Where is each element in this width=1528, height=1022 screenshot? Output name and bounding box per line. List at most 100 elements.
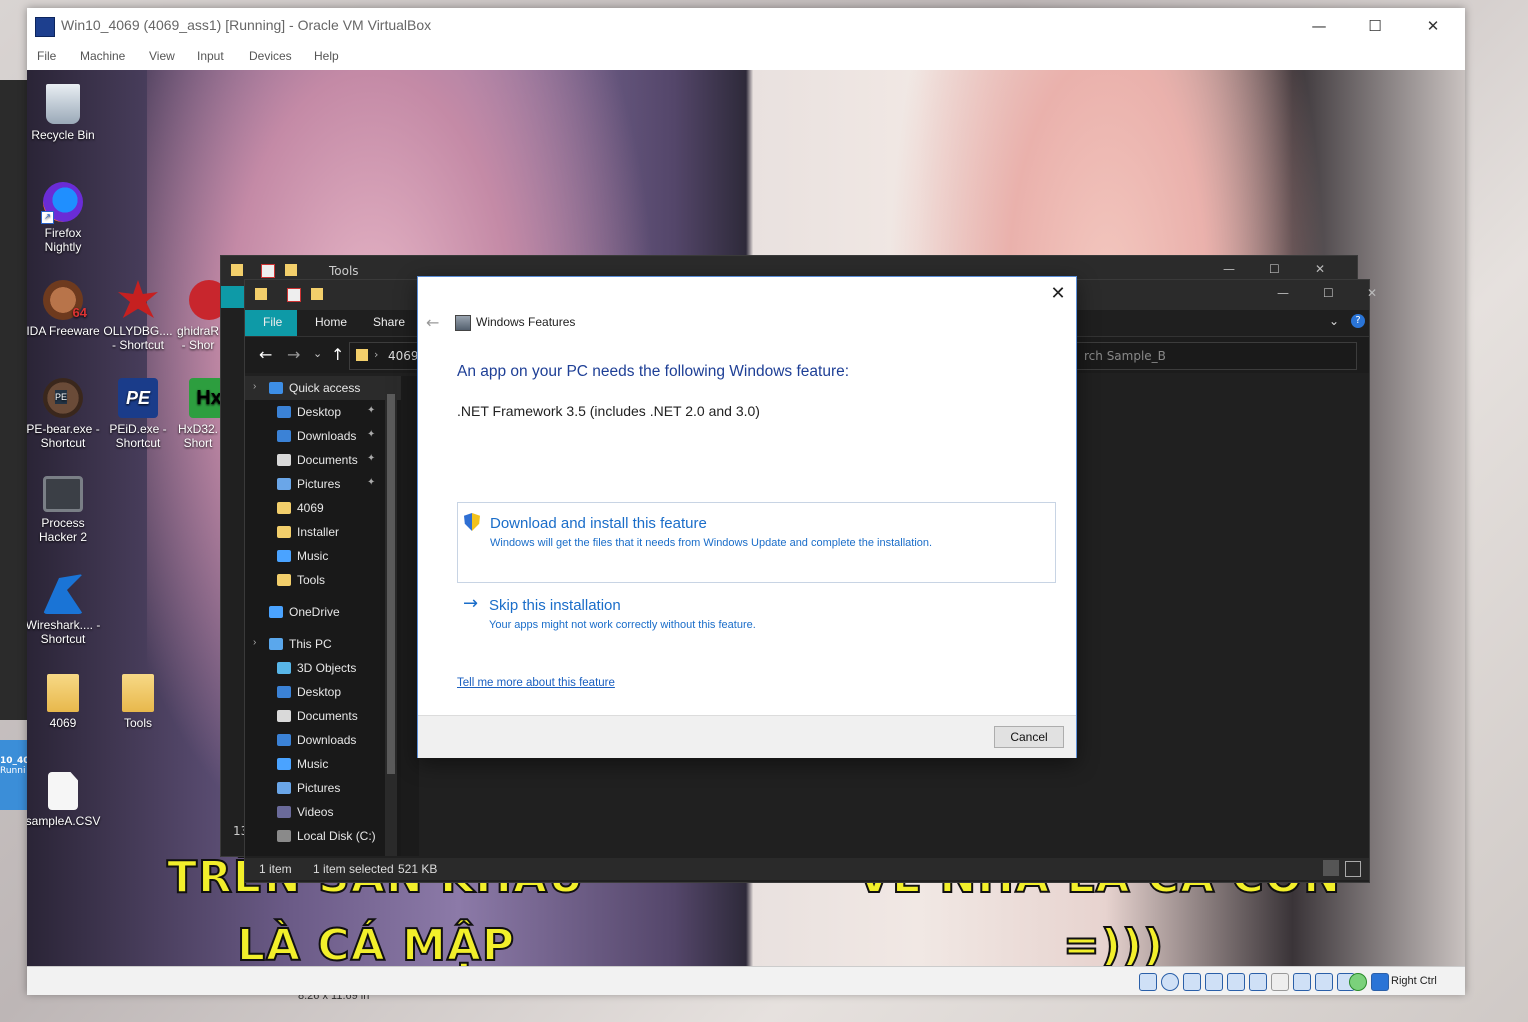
folder-icon (277, 502, 291, 514)
folder-icon (277, 526, 291, 538)
display-icon[interactable] (1271, 973, 1289, 991)
nav-item[interactable]: Desktop ✦ (245, 400, 401, 424)
video-capture-icon[interactable] (1293, 973, 1311, 991)
large-icons-view-icon[interactable] (1345, 861, 1361, 877)
host-taskbar-tile[interactable]: 10_40 Runni (0, 740, 28, 810)
nav-item[interactable]: Videos (245, 800, 401, 824)
forward-arrow-icon[interactable]: → (287, 345, 300, 364)
nav-item[interactable]: OneDrive (245, 600, 401, 624)
skip-installation-option[interactable]: → Skip this installation Your apps might… (457, 591, 1054, 635)
nav-item[interactable]: Music (245, 752, 401, 776)
maximize-icon[interactable]: ☐ (1269, 262, 1280, 276)
nav-item[interactable]: Desktop (245, 680, 401, 704)
recent-locations-icon[interactable]: ⌄ (313, 347, 322, 360)
usb-icon[interactable] (1227, 973, 1245, 991)
vbox-titlebar[interactable]: Win10_4069 (4069_ass1) [Running] - Oracl… (27, 8, 1465, 44)
ghidra-icon (189, 280, 221, 320)
process-hacker-icon (43, 476, 83, 512)
menu-devices[interactable]: Devices (249, 49, 292, 63)
search-input[interactable]: rch Sample_B (1075, 342, 1357, 370)
close-icon[interactable]: ✕ (1367, 286, 1377, 300)
menu-file[interactable]: File (37, 49, 56, 63)
nav-item[interactable]: Music (245, 544, 401, 568)
arrow-right-icon: → (463, 593, 479, 614)
feature-name: .NET Framework 3.5 (includes .NET 2.0 an… (457, 403, 760, 419)
desktop-icon-wireshark[interactable]: Wireshark.... - Shortcut (27, 574, 101, 646)
nav-scrollbar-thumb[interactable] (387, 394, 395, 774)
close-button[interactable]: ✕ (1411, 12, 1455, 40)
desktop-icon-hxd[interactable]: Hx HxD32. Short (175, 378, 221, 450)
desktop-icon-ida[interactable]: 64 IDA Freeware (27, 280, 101, 338)
minimize-icon[interactable]: — (1223, 262, 1235, 276)
close-icon[interactable]: ✕ (1315, 262, 1325, 276)
nav-item[interactable]: Tools (245, 568, 401, 592)
maximize-icon[interactable]: ☐ (1323, 286, 1334, 300)
back-arrow-icon[interactable]: ← (259, 345, 272, 364)
desktop-icon-peid[interactable]: PE PEiD.exe - Shortcut (100, 378, 176, 450)
hard-disk-icon[interactable] (1139, 973, 1157, 991)
dialog-back-arrow-icon[interactable]: ← (426, 313, 439, 332)
help-icon[interactable]: ? (1351, 314, 1365, 328)
hxd-icon: Hx (189, 378, 221, 418)
tell-me-more-link[interactable]: Tell me more about this feature (457, 677, 615, 689)
dialog-close-button[interactable]: ✕ (1044, 282, 1072, 306)
menu-view[interactable]: View (149, 49, 175, 63)
desktop-icon-folder-4069[interactable]: 4069 (27, 674, 101, 730)
desktop-icon-label: HxD32. Short (177, 422, 218, 450)
menu-machine[interactable]: Machine (80, 49, 125, 63)
nav-item[interactable]: Installer (245, 520, 401, 544)
details-view-icon[interactable] (1323, 860, 1339, 876)
network-icon[interactable] (1205, 973, 1223, 991)
nav-item[interactable]: Pictures (245, 776, 401, 800)
minimize-button[interactable]: — (1297, 12, 1341, 40)
nav-item[interactable]: This PC › (245, 632, 401, 656)
nav-item[interactable]: Quick access › (245, 376, 401, 400)
nav-item[interactable]: Documents (245, 704, 401, 728)
mouse-integration-icon[interactable] (1349, 973, 1367, 991)
desktop-icon-ghidra[interactable]: ghidraR - Shor (175, 280, 221, 352)
nav-item[interactable]: 3D Objects (245, 656, 401, 680)
pin-icon[interactable]: ✦ (367, 477, 375, 488)
menu-input[interactable]: Input (197, 49, 224, 63)
desktop-icon-recycle-bin[interactable]: Recycle Bin (27, 84, 101, 142)
nav-item[interactable]: Downloads (245, 728, 401, 752)
nav-item[interactable]: Pictures ✦ (245, 472, 401, 496)
desktop-icon-process-hacker[interactable]: Process Hacker 2 (27, 476, 101, 544)
minimize-icon[interactable]: — (1277, 286, 1289, 300)
nav-scrollbar[interactable] (385, 376, 397, 856)
desktop-icon-ollydbg[interactable]: OLLYDBG.... - Shortcut (100, 280, 176, 352)
expand-chevron-icon[interactable]: › (253, 637, 256, 648)
desktop-icon-pe-bear[interactable]: PE PE-bear.exe - Shortcut (27, 378, 101, 450)
shared-folders-icon[interactable] (1249, 973, 1267, 991)
wireshark-icon (43, 574, 83, 614)
up-arrow-icon[interactable]: ↑ (331, 345, 344, 364)
cancel-button[interactable]: Cancel (994, 726, 1064, 748)
ribbon-tab-share[interactable]: Share (373, 315, 405, 329)
nav-item-label: Downloads (297, 733, 357, 747)
keyboard-capture-icon[interactable] (1371, 973, 1389, 991)
nav-item[interactable]: Local Disk (C:) (245, 824, 401, 848)
cpu-icon[interactable] (1315, 973, 1333, 991)
desktop-icon-samplea-csv[interactable]: sampleA.CSV (27, 772, 101, 828)
vbox-statusbar: Right Ctrl (27, 966, 1465, 995)
desktop-icon-firefox[interactable]: ↗ Firefox Nightly (27, 182, 101, 254)
audio-icon[interactable] (1183, 973, 1201, 991)
breadcrumb-4069[interactable]: 4069 (388, 349, 419, 363)
nav-item[interactable]: Documents ✦ (245, 448, 401, 472)
pin-icon[interactable]: ✦ (367, 429, 375, 440)
download-install-option[interactable]: Download and install this feature Window… (457, 502, 1056, 583)
maximize-button[interactable]: ☐ (1353, 12, 1397, 40)
folder-icon (122, 674, 154, 712)
optical-drive-icon[interactable] (1161, 973, 1179, 991)
nav-item[interactable]: Downloads ✦ (245, 424, 401, 448)
pin-icon[interactable]: ✦ (367, 453, 375, 464)
ribbon-expand-icon[interactable]: ⌄ (1329, 314, 1339, 328)
desktop-icon-folder-tools[interactable]: Tools (100, 674, 176, 730)
menu-help[interactable]: Help (314, 49, 339, 63)
expand-chevron-icon[interactable]: › (253, 381, 256, 392)
ribbon-tab-home[interactable]: Home (315, 315, 347, 329)
ribbon-file-tab[interactable]: File (245, 310, 297, 336)
nav-item-label: Desktop (297, 405, 342, 419)
nav-item[interactable]: 4069 (245, 496, 401, 520)
pin-icon[interactable]: ✦ (367, 405, 375, 416)
